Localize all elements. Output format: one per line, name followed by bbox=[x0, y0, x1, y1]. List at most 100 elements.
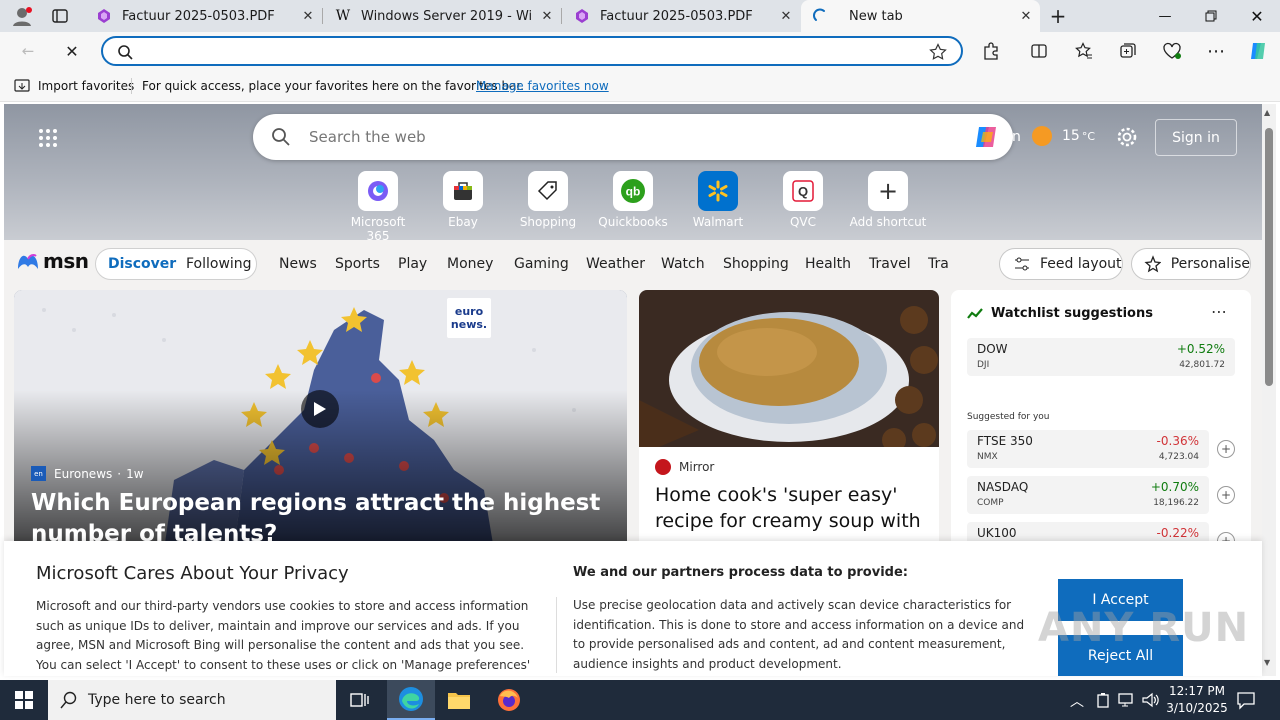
tab-following[interactable]: Following bbox=[186, 256, 252, 272]
add-to-watchlist-icon[interactable]: + bbox=[1217, 486, 1235, 504]
dot-separator: · bbox=[117, 466, 122, 481]
second-story-card[interactable]: Mirror Home cook's 'super easy' recipe f… bbox=[639, 290, 939, 550]
tab-2[interactable]: W Windows Server 2019 - Wikipedia ✕ bbox=[323, 0, 561, 32]
tab-4-active[interactable]: New tab ✕ bbox=[801, 0, 1040, 32]
performance-button[interactable] bbox=[1156, 35, 1188, 67]
more-dots-icon: ⋯ bbox=[1207, 40, 1225, 62]
tab-actions-button[interactable] bbox=[48, 4, 72, 28]
stock-row-ftse[interactable]: FTSE 350 NMX -0.36% 4,723.04 + bbox=[967, 430, 1235, 468]
add-to-watchlist-icon[interactable]: + bbox=[1217, 440, 1235, 458]
taskbar-firefox-button[interactable] bbox=[485, 680, 533, 720]
play-video-button[interactable] bbox=[301, 390, 339, 428]
clock[interactable]: 12:17 PM 3/10/2025 bbox=[1164, 683, 1230, 717]
nav-play[interactable]: Play bbox=[398, 256, 427, 272]
shortcut-label: Microsoft 365 bbox=[350, 215, 406, 243]
nav-shopping[interactable]: Shopping bbox=[723, 256, 789, 272]
network-icon bbox=[1118, 693, 1133, 707]
nav-watch[interactable]: Watch bbox=[661, 256, 705, 272]
nav-gaming[interactable]: Gaming bbox=[514, 256, 569, 272]
add-shortcut-button[interactable]: + Add shortcut bbox=[848, 171, 928, 229]
sign-in-button[interactable]: Sign in bbox=[1155, 119, 1237, 156]
nav-travel[interactable]: Travel bbox=[869, 256, 911, 272]
close-tab-icon[interactable]: ✕ bbox=[533, 2, 561, 30]
close-tab-icon[interactable]: ✕ bbox=[1012, 2, 1040, 30]
manage-favorites-link[interactable]: Manage favorites now bbox=[476, 79, 609, 93]
nav-weather[interactable]: Weather bbox=[586, 256, 645, 272]
close-tab-icon[interactable]: ✕ bbox=[772, 2, 800, 30]
euronews-badge-icon: en bbox=[31, 466, 46, 481]
close-tab-icon[interactable]: ✕ bbox=[294, 2, 322, 30]
shortcut-shopping[interactable]: Shopping bbox=[508, 171, 588, 229]
shortcut-walmart[interactable]: Walmart bbox=[678, 171, 758, 229]
page-settings-button[interactable] bbox=[1116, 126, 1138, 152]
scroll-thumb[interactable] bbox=[1265, 128, 1273, 386]
system-tray-icon[interactable] bbox=[1096, 692, 1110, 712]
taskbar-file-explorer-button[interactable] bbox=[435, 680, 483, 720]
shortcut-quickbooks[interactable]: qb Quickbooks bbox=[593, 171, 673, 229]
notifications-button[interactable] bbox=[1236, 690, 1256, 714]
new-tab-button[interactable]: + bbox=[1044, 4, 1072, 28]
close-window-button[interactable]: ✕ bbox=[1234, 0, 1280, 32]
web-search-box[interactable]: Search the web bbox=[253, 114, 1013, 160]
address-bar[interactable] bbox=[101, 36, 963, 66]
story-headline[interactable]: Home cook's 'super easy' recipe for crea… bbox=[655, 482, 925, 534]
settings-more-button[interactable]: ⋯ bbox=[1200, 35, 1232, 67]
stock-row-nasdaq[interactable]: NASDAQ COMP +0.70% 18,196.22 + bbox=[967, 476, 1235, 514]
stock-price: 18,196.22 bbox=[1153, 498, 1199, 508]
nav-money[interactable]: Money bbox=[447, 256, 493, 272]
apps-launcher-button[interactable] bbox=[38, 128, 58, 152]
profile-avatar[interactable] bbox=[10, 4, 34, 28]
shortcut-ebay[interactable]: Ebay bbox=[423, 171, 503, 229]
privacy-consent-banner: Microsoft Cares About Your Privacy Micro… bbox=[4, 541, 1262, 676]
nav-traffic-truncated[interactable]: Trai bbox=[928, 256, 950, 272]
stop-loading-button[interactable]: ✕ bbox=[56, 35, 88, 67]
start-button[interactable] bbox=[0, 680, 48, 720]
taskbar-search-placeholder: Type here to search bbox=[88, 692, 226, 708]
extensions-button[interactable] bbox=[975, 35, 1007, 67]
more-options-icon[interactable]: ⋯ bbox=[1211, 302, 1227, 321]
shortcut-microsoft-365[interactable]: Microsoft 365 bbox=[338, 171, 418, 243]
split-screen-button[interactable] bbox=[1023, 35, 1055, 67]
source-name: Euronews bbox=[54, 466, 113, 481]
story-age: 1w bbox=[126, 466, 144, 481]
tab-1[interactable]: Factuur 2025-0503.PDF ✕ bbox=[84, 0, 322, 32]
feed-tab-group: Discover Following bbox=[95, 248, 257, 280]
stock-change: +0.70% bbox=[1150, 480, 1199, 494]
scroll-up-arrow-icon[interactable]: ▲ bbox=[1264, 108, 1270, 117]
msn-logo[interactable]: msn bbox=[16, 249, 89, 273]
collections-button[interactable] bbox=[1112, 35, 1144, 67]
favorite-star-icon[interactable] bbox=[929, 43, 947, 61]
import-favorites-button[interactable]: Import favorites bbox=[14, 78, 134, 94]
nav-health[interactable]: Health bbox=[805, 256, 851, 272]
shortcut-qvc[interactable]: Q QVC bbox=[763, 171, 843, 229]
network-button[interactable] bbox=[1118, 692, 1136, 712]
stock-name: FTSE 350 bbox=[977, 434, 1033, 448]
tab-3[interactable]: Factuur 2025-0503.PDF ✕ bbox=[562, 0, 800, 32]
taskbar-edge-button[interactable] bbox=[387, 680, 435, 720]
copilot-icon[interactable] bbox=[973, 124, 1001, 150]
minimize-button[interactable]: — bbox=[1142, 0, 1188, 32]
stock-row-dow[interactable]: DOW DJI +0.52% 42,801.72 bbox=[967, 338, 1235, 376]
task-view-button[interactable] bbox=[336, 680, 384, 720]
weather-widget[interactable]: 15 °C bbox=[1032, 126, 1095, 146]
nav-sports[interactable]: Sports bbox=[335, 256, 380, 272]
favorites-button[interactable] bbox=[1068, 35, 1100, 67]
search-icon bbox=[118, 45, 133, 60]
scroll-down-arrow-icon[interactable]: ▼ bbox=[1264, 658, 1270, 667]
tab-discover[interactable]: Discover bbox=[108, 256, 176, 272]
volume-button[interactable] bbox=[1142, 692, 1160, 712]
show-hidden-icons-button[interactable]: ︿ bbox=[1070, 691, 1084, 711]
restore-button[interactable] bbox=[1188, 0, 1234, 32]
personalise-button[interactable]: Personalise bbox=[1131, 248, 1251, 280]
watchlist-title: Watchlist suggestions bbox=[991, 306, 1153, 321]
taskbar-search-box[interactable]: Type here to search bbox=[48, 680, 336, 720]
back-button[interactable]: ← bbox=[12, 35, 44, 67]
nav-news[interactable]: News bbox=[279, 256, 317, 272]
copilot-button[interactable] bbox=[1242, 35, 1274, 67]
page-scrollbar[interactable]: ▲ ▼ bbox=[1262, 104, 1276, 676]
pdf-icon bbox=[574, 8, 590, 24]
main-story-card[interactable]: euro news. en Euronews · 1w Which Europe… bbox=[14, 290, 627, 550]
feed-layout-button[interactable]: Feed layout bbox=[999, 248, 1123, 280]
edge-icon bbox=[399, 687, 423, 711]
mirror-logo-icon bbox=[655, 459, 671, 475]
